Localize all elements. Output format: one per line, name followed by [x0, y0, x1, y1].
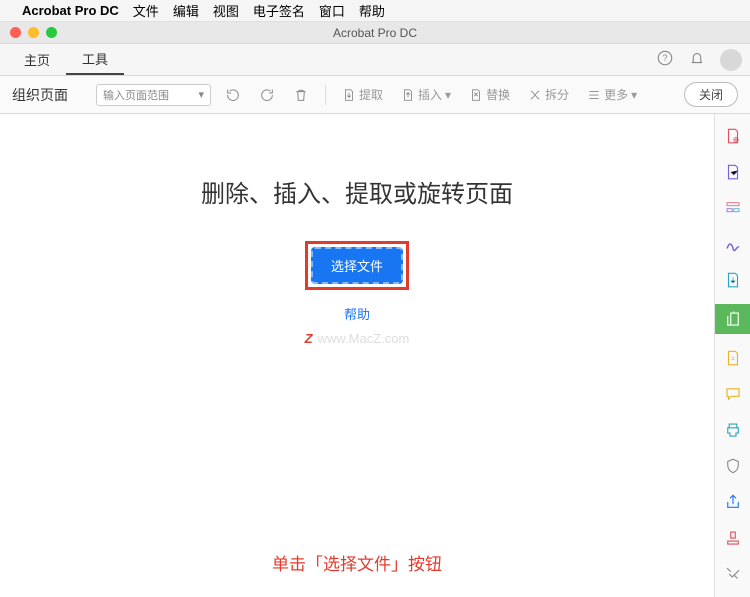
- select-file-highlight: 选择文件: [305, 241, 409, 290]
- select-file-button[interactable]: 选择文件: [311, 247, 403, 284]
- delete-button[interactable]: [289, 87, 313, 103]
- main-content: 删除、插入、提取或旋转页面 选择文件 帮助 Zwww.MacZ.com 单击「选…: [0, 114, 714, 597]
- rotate-left-button[interactable]: [221, 87, 245, 103]
- menu-esign[interactable]: 电子签名: [253, 1, 305, 20]
- insert-button[interactable]: 插入▾: [397, 86, 455, 103]
- window-title: Acrobat Pro DC: [333, 26, 417, 40]
- tab-tools[interactable]: 工具: [66, 44, 124, 75]
- chevron-down-icon: ▾: [631, 88, 637, 102]
- annotation-hint: 单击「选择文件」按钮: [272, 550, 442, 575]
- close-button[interactable]: 关闭: [684, 82, 738, 107]
- toolbar-title: 组织页面: [12, 85, 68, 105]
- rail-stamp-icon[interactable]: [721, 526, 745, 550]
- menubar-appname[interactable]: Acrobat Pro DC: [22, 3, 119, 18]
- page-range-placeholder: 输入页面范围: [103, 87, 169, 103]
- more-button[interactable]: 更多▾: [583, 86, 641, 103]
- rail-more-tools-icon[interactable]: [721, 562, 745, 586]
- page-heading: 删除、插入、提取或旋转页面: [201, 174, 513, 209]
- chevron-down-icon: ▾: [198, 88, 204, 101]
- menu-file[interactable]: 文件: [133, 1, 159, 20]
- menu-window[interactable]: 窗口: [319, 1, 345, 20]
- rail-create-pdf-icon[interactable]: [721, 124, 745, 148]
- menu-edit[interactable]: 编辑: [173, 1, 199, 20]
- toolbar-separator: [325, 85, 326, 105]
- rail-edit-pdf-icon[interactable]: [721, 160, 745, 184]
- rail-protect-icon[interactable]: [721, 454, 745, 478]
- traffic-lights: [10, 27, 57, 38]
- help-icon[interactable]: ?: [656, 49, 674, 70]
- rail-comment-icon[interactable]: [721, 382, 745, 406]
- rail-print-icon[interactable]: [721, 418, 745, 442]
- document-tabs: 主页 工具 ?: [0, 44, 750, 76]
- watermark-text: Zwww.MacZ.com: [305, 331, 410, 346]
- tab-home[interactable]: 主页: [8, 44, 66, 75]
- chevron-down-icon: ▾: [445, 88, 451, 102]
- bell-icon[interactable]: [688, 49, 706, 70]
- rail-organize-icon[interactable]: [715, 304, 750, 334]
- organize-toolbar: 组织页面 输入页面范围 ▾ 提取 插入▾ 替换 拆分 更多▾ 关闭: [0, 76, 750, 114]
- svg-text:?: ?: [662, 53, 667, 63]
- titlebar: Acrobat Pro DC: [0, 22, 750, 44]
- window-close-icon[interactable]: [10, 27, 21, 38]
- extract-button[interactable]: 提取: [338, 86, 387, 103]
- rail-compress-icon[interactable]: [721, 346, 745, 370]
- right-tool-rail: [714, 114, 750, 597]
- rail-export-icon[interactable]: [721, 268, 745, 292]
- rail-share-icon[interactable]: [721, 490, 745, 514]
- rail-form-icon[interactable]: [721, 196, 745, 220]
- page-range-input[interactable]: 输入页面范围 ▾: [96, 84, 211, 106]
- mac-menubar: Acrobat Pro DC 文件 编辑 视图 电子签名 窗口 帮助: [0, 0, 750, 22]
- help-link[interactable]: 帮助: [344, 304, 370, 323]
- replace-button[interactable]: 替换: [465, 86, 514, 103]
- rail-sign-icon[interactable]: [721, 232, 745, 256]
- menu-view[interactable]: 视图: [213, 1, 239, 20]
- window-minimize-icon[interactable]: [28, 27, 39, 38]
- rotate-right-button[interactable]: [255, 87, 279, 103]
- avatar[interactable]: [720, 49, 742, 71]
- split-button[interactable]: 拆分: [524, 86, 573, 103]
- window-maximize-icon[interactable]: [46, 27, 57, 38]
- menu-help[interactable]: 帮助: [359, 1, 385, 20]
